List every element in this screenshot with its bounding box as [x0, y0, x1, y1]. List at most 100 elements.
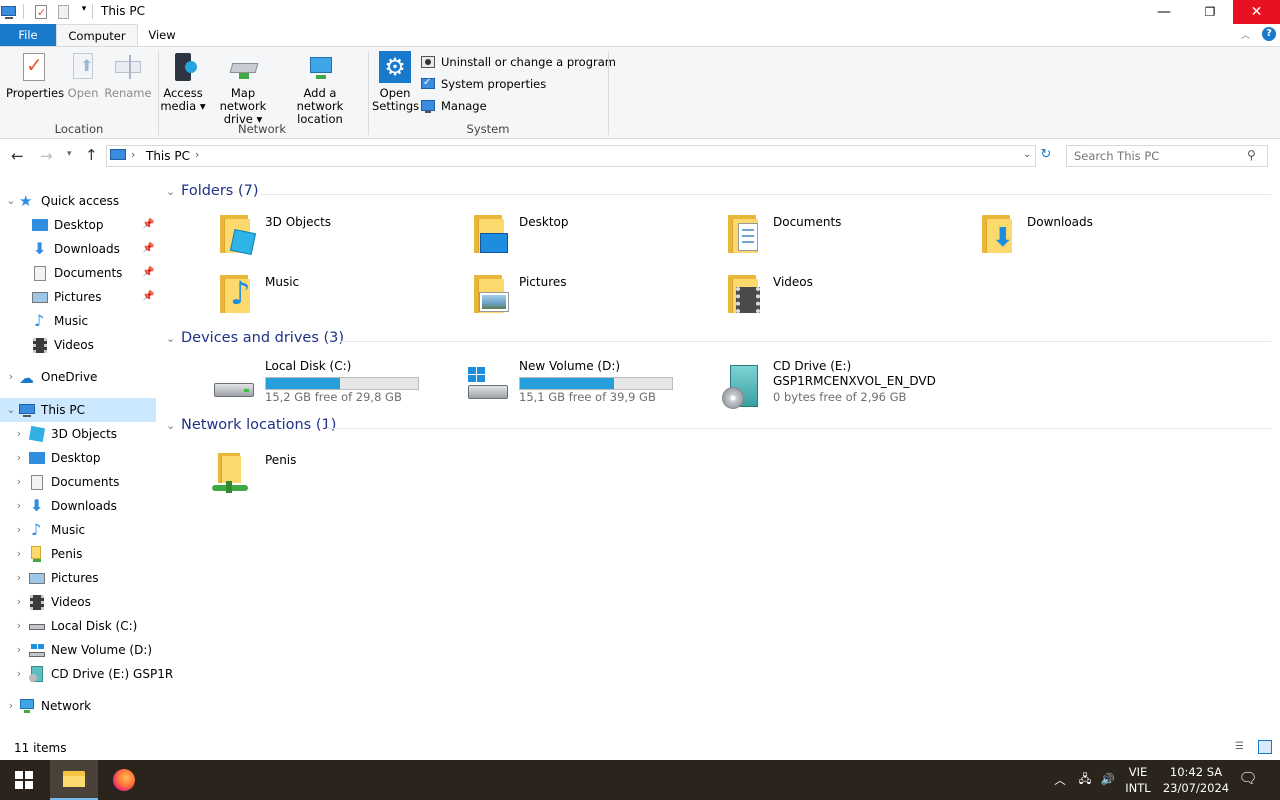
- nav-pc-documents[interactable]: › Documents: [11, 470, 119, 494]
- search-icon[interactable]: ⚲: [1247, 148, 1256, 162]
- add-network-location-button[interactable]: Add a network location: [280, 51, 360, 126]
- properties-quick-icon[interactable]: ✓: [33, 4, 49, 20]
- drive-new-volume-d[interactable]: New Volume (D:) 15,1 GB free of 39,9 GB: [414, 359, 673, 411]
- notifications-icon[interactable]: 🗨: [1238, 770, 1258, 786]
- up-arrow-icon[interactable]: ↑: [85, 146, 98, 164]
- search-input[interactable]: [1074, 149, 1244, 163]
- address-dropdown-icon[interactable]: ⌄: [1023, 149, 1031, 160]
- tab-file[interactable]: File: [0, 24, 56, 46]
- folder-documents[interactable]: Documents: [668, 207, 908, 263]
- open-button[interactable]: ⬆ Open: [64, 51, 102, 100]
- volume-icon[interactable]: 🔊: [1099, 771, 1117, 787]
- drive-local-disk-c[interactable]: Local Disk (C:) 15,2 GB free of 29,8 GB: [160, 359, 419, 411]
- nav-this-pc[interactable]: ⌄ This PC: [3, 398, 85, 422]
- breadcrumb-this-pc[interactable]: This PC: [146, 149, 190, 163]
- nav-network[interactable]: › Network: [3, 694, 91, 718]
- refresh-icon[interactable]: ↻: [1038, 147, 1054, 165]
- nav-quick-pictures[interactable]: Pictures: [32, 285, 102, 309]
- nav-pc-cd-drive-e[interactable]: › CD Drive (E:) GSP1R: [11, 662, 173, 686]
- input-language[interactable]: VIE INTL: [1122, 764, 1154, 796]
- folder-pictures[interactable]: Pictures: [414, 267, 654, 323]
- large-icons-view-icon[interactable]: [1258, 740, 1272, 754]
- chevron-right-icon[interactable]: ›: [3, 694, 19, 718]
- show-hidden-icons-icon[interactable]: ︿: [1052, 772, 1068, 788]
- chevron-right-icon[interactable]: ›: [11, 422, 27, 446]
- chevron-right-icon[interactable]: ›: [11, 638, 27, 662]
- recent-locations-icon[interactable]: ▾: [67, 149, 72, 159]
- chevron-right-icon[interactable]: ›: [11, 542, 27, 566]
- rename-button[interactable]: Rename: [104, 51, 152, 100]
- chevron-down-icon[interactable]: ⌄: [3, 398, 19, 422]
- uninstall-program-button[interactable]: Uninstall or change a program: [420, 54, 616, 70]
- forward-arrow-icon[interactable]: →: [40, 147, 53, 165]
- chevron-right-icon[interactable]: ›: [3, 365, 19, 389]
- pin-icon[interactable]: 📌: [142, 291, 154, 303]
- nav-quick-access[interactable]: ⌄ ★ Quick access: [3, 189, 119, 213]
- network-location-penis[interactable]: Penis: [160, 453, 410, 505]
- chevron-right-icon[interactable]: ›: [11, 614, 27, 638]
- chevron-right-icon[interactable]: ›: [11, 662, 27, 686]
- breadcrumb-separator-icon[interactable]: ›: [195, 148, 199, 161]
- nav-pc-pictures[interactable]: › Pictures: [11, 566, 99, 590]
- folder-3d-objects[interactable]: 3D Objects: [160, 207, 400, 263]
- nav-pc-music[interactable]: › ♪ Music: [11, 518, 85, 542]
- system-properties-button[interactable]: ✓ System properties: [420, 76, 546, 92]
- back-arrow-icon[interactable]: ←: [11, 147, 24, 165]
- folder-music[interactable]: ♪ Music: [160, 267, 400, 323]
- new-folder-quick-icon[interactable]: [56, 4, 72, 20]
- nav-quick-desktop[interactable]: Desktop: [32, 213, 104, 237]
- section-drives-header[interactable]: ⌄ Devices and drives (3): [166, 330, 1271, 346]
- manage-button[interactable]: Manage: [420, 98, 487, 114]
- section-folders-header[interactable]: ⌄ Folders (7): [166, 183, 1271, 199]
- nav-pc-desktop[interactable]: › Desktop: [11, 446, 101, 470]
- pin-icon[interactable]: 📌: [142, 243, 154, 255]
- network-status-icon[interactable]: 🖧: [1076, 771, 1094, 787]
- nav-pc-penis[interactable]: › Penis: [11, 542, 82, 566]
- computer-icon[interactable]: [1, 4, 17, 20]
- properties-button[interactable]: ✓ Properties: [6, 51, 64, 100]
- network-icon: [19, 698, 35, 714]
- start-button[interactable]: [0, 760, 48, 800]
- nav-pc-videos[interactable]: › Videos: [11, 590, 91, 614]
- tab-view[interactable]: View: [138, 24, 186, 46]
- map-network-drive-button[interactable]: Map network drive ▾: [206, 51, 280, 126]
- nav-quick-downloads[interactable]: ⬇ Downloads: [32, 237, 120, 261]
- chevron-right-icon[interactable]: ›: [11, 518, 27, 542]
- details-view-icon[interactable]: ☰: [1235, 741, 1251, 755]
- nav-pc-local-disk-c[interactable]: › Local Disk (C:): [11, 614, 138, 638]
- nav-pc-downloads[interactable]: › ⬇ Downloads: [11, 494, 117, 518]
- customize-toolbar-icon[interactable]: ▾: [76, 4, 92, 20]
- restore-button[interactable]: ❐: [1187, 0, 1233, 24]
- open-settings-button[interactable]: ⚙ Open Settings: [372, 51, 419, 113]
- folder-downloads[interactable]: ⬇ Downloads: [922, 207, 1162, 263]
- nav-quick-music[interactable]: ♪ Music: [32, 309, 88, 333]
- nav-pc-new-volume-d[interactable]: › New Volume (D:): [11, 638, 152, 662]
- clock[interactable]: 10:42 SA 23/07/2024: [1160, 764, 1232, 796]
- folder-desktop[interactable]: Desktop: [414, 207, 654, 263]
- pin-icon[interactable]: 📌: [142, 267, 154, 279]
- chevron-right-icon[interactable]: ›: [11, 494, 27, 518]
- access-media-button[interactable]: Access media ▾: [160, 51, 206, 113]
- nav-pc-3d-objects[interactable]: › 3D Objects: [11, 422, 117, 446]
- pin-icon[interactable]: 📌: [142, 219, 154, 231]
- chevron-right-icon[interactable]: ›: [11, 446, 27, 470]
- close-button[interactable]: ✕: [1233, 0, 1280, 24]
- chevron-right-icon[interactable]: ›: [11, 470, 27, 494]
- taskbar-file-explorer[interactable]: [50, 760, 98, 800]
- folder-videos[interactable]: Videos: [668, 267, 908, 323]
- tab-computer[interactable]: Computer: [56, 24, 138, 46]
- nav-quick-videos[interactable]: Videos: [32, 333, 94, 357]
- collapse-ribbon-icon[interactable]: ︿: [1241, 28, 1250, 41]
- drive-cd-e[interactable]: CD Drive (E:) GSP1RMCENXVOL_EN_DVD 0 byt…: [668, 359, 936, 411]
- search-box[interactable]: ⚲: [1066, 145, 1268, 167]
- chevron-right-icon[interactable]: ›: [11, 566, 27, 590]
- taskbar-firefox[interactable]: [100, 760, 148, 800]
- minimize-button[interactable]: —: [1141, 0, 1187, 24]
- chevron-down-icon[interactable]: ⌄: [3, 189, 19, 213]
- help-icon[interactable]: ?: [1262, 27, 1276, 41]
- nav-quick-documents[interactable]: Documents: [32, 261, 122, 285]
- chevron-right-icon[interactable]: ›: [11, 590, 27, 614]
- section-network-header[interactable]: ⌄ Network locations (1): [166, 417, 1271, 433]
- nav-onedrive[interactable]: › ☁ OneDrive: [3, 365, 98, 389]
- address-bar[interactable]: › This PC › ⌄: [106, 145, 1036, 167]
